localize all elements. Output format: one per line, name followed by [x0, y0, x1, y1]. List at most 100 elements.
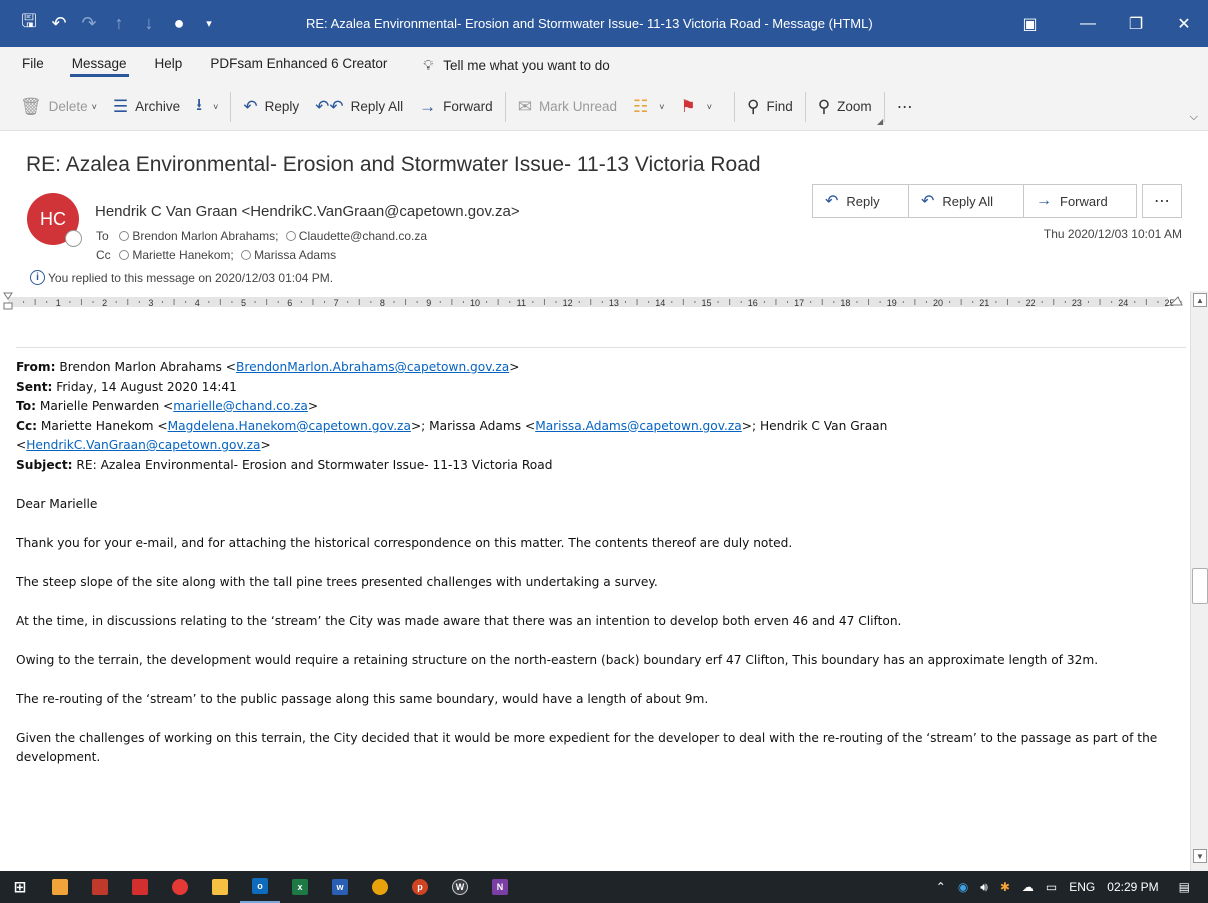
- paragraph: At the time, in discussions relating to …: [16, 613, 902, 628]
- sender[interactable]: Hendrik C Van Graan <HendrikC.VanGraan@c…: [95, 203, 520, 220]
- message-text: From: Brendon Marlon Abrahams <BrendonMa…: [16, 358, 1184, 768]
- forward-icon: →: [1036, 192, 1052, 209]
- taskbar-app[interactable]: [360, 871, 400, 903]
- cc-recipient[interactable]: Marissa Adams: [254, 248, 336, 262]
- avatar[interactable]: HC: [27, 193, 82, 247]
- response-actions: ↶ Reply ↶ Reply All → Forward: [812, 184, 1137, 218]
- network-icon[interactable]: ✱: [994, 880, 1016, 894]
- to-line: To Brendon Marlon Abrahams; Claudette@ch…: [96, 227, 427, 246]
- display-icon[interactable]: ▭: [1040, 880, 1063, 894]
- previous-item-icon[interactable]: ↑: [104, 9, 134, 39]
- ruler[interactable]: 1 2 3 4 5 6 7 8 9 10 11 12 13 14 15 16 17 18 19 20 21 22 23 24 2…: [0, 291, 1190, 313]
- redo-icon[interactable]: ↷: [74, 9, 104, 39]
- tab-file[interactable]: File: [0, 47, 58, 83]
- header-reply-all-button[interactable]: ↶ Reply All: [909, 185, 1024, 217]
- categorize-icon: ☷: [632, 96, 649, 116]
- header-reply-button[interactable]: ↶ Reply: [813, 185, 909, 217]
- replied-infobar[interactable]: i You replied to this message on 2020/12…: [30, 270, 333, 285]
- delete-button[interactable]: 🗑︎ Delete ˅: [12, 91, 105, 123]
- undo-icon[interactable]: ↶: [44, 9, 74, 39]
- header-forward-button[interactable]: → Forward: [1024, 185, 1136, 217]
- taskbar-app[interactable]: [160, 871, 200, 903]
- ribbon-display-options-icon[interactable]: ▣: [1010, 0, 1050, 47]
- taskbar-app[interactable]: W: [440, 871, 480, 903]
- cc-email-link[interactable]: Magdelena.Hanekom@capetown.gov.za: [168, 419, 411, 433]
- taskbar-app[interactable]: w: [320, 871, 360, 903]
- taskbar-app[interactable]: x: [280, 871, 320, 903]
- ruler-number: 3: [148, 298, 153, 308]
- message-body[interactable]: From: Brendon Marlon Abrahams <BrendonMa…: [0, 313, 1190, 871]
- clock[interactable]: 02:29 PM: [1101, 880, 1172, 894]
- more-commands-button[interactable]: ⋯: [889, 91, 923, 123]
- more-actions-button[interactable]: ⋯: [1142, 184, 1182, 218]
- powerpoint-icon: p: [412, 879, 428, 895]
- tell-me-box[interactable]: 💡︎ Tell me what you want to do: [401, 57, 609, 74]
- to-recipient[interactable]: Brendon Marlon Abrahams;: [132, 229, 278, 243]
- vertical-scrollbar[interactable]: ▲ ▼: [1190, 291, 1208, 871]
- taskbar: ⊞ o x w p W N ⌃ ◉ 🔊︎ ✱ ☁ ▭ ENG 02:29 PM …: [0, 871, 1208, 903]
- scroll-up-icon[interactable]: ▲: [1193, 293, 1207, 307]
- mark-read-icon[interactable]: ●: [164, 9, 194, 39]
- presence-icon: [241, 250, 252, 260]
- find-button[interactable]: ⚲ Find: [739, 91, 801, 123]
- notification-icon[interactable]: ▤: [1173, 880, 1208, 894]
- reply-label: Reply: [264, 99, 300, 114]
- save-icon[interactable]: 🖫: [14, 9, 44, 39]
- taskbar-app[interactable]: o: [240, 871, 280, 903]
- next-item-icon[interactable]: ↓: [134, 9, 164, 39]
- tab-message[interactable]: Message: [58, 47, 141, 83]
- move-icon: ⭳: [196, 95, 203, 114]
- language-indicator[interactable]: ENG: [1063, 880, 1101, 894]
- to-label: To: [96, 229, 109, 243]
- follow-up-button[interactable]: ⚑ ˅: [672, 91, 720, 123]
- ribbon-separator: [504, 91, 506, 122]
- cc-name: >; Marissa Adams <: [410, 418, 536, 433]
- taskbar-app[interactable]: [120, 871, 160, 903]
- reply-all-button[interactable]: ↶↶ Reply All: [307, 91, 411, 123]
- tab-help[interactable]: Help: [141, 47, 197, 83]
- ruler-number: 22: [1026, 298, 1036, 308]
- cloud-icon[interactable]: ☁: [1016, 880, 1040, 894]
- to-email-link[interactable]: marielle@chand.co.za: [173, 399, 308, 413]
- chevron-up-icon[interactable]: ⌃: [930, 880, 952, 894]
- cc-email-link[interactable]: HendrikC.VanGraan@capetown.gov.za: [26, 438, 260, 452]
- reply-button[interactable]: ↶ Reply: [235, 91, 307, 123]
- move-button[interactable]: ⭳ ˅: [188, 91, 226, 123]
- zoom-button[interactable]: ⚲ Zoom: [810, 91, 880, 123]
- cc-recipient[interactable]: Mariette Hanekom;: [132, 248, 233, 262]
- close-icon[interactable]: ✕: [1160, 0, 1208, 47]
- minimize-icon[interactable]: —: [1064, 0, 1112, 47]
- mark-unread-button[interactable]: ✉ Mark Unread: [510, 91, 625, 123]
- restore-icon[interactable]: ❐: [1112, 0, 1160, 47]
- ruler-graphic: 1 2 3 4 5 6 7 8 9 10 11 12 13 14 15 16 17 18 19 20 21 22 23 24 2…: [3, 292, 1183, 310]
- archive-button[interactable]: ☰ Archive: [105, 91, 188, 123]
- start-button[interactable]: ⊞: [0, 871, 40, 903]
- paragraph: Thank you for your e-mail, and for attac…: [16, 535, 793, 550]
- taskbar-app[interactable]: p: [400, 871, 440, 903]
- ruler-number: 23: [1072, 298, 1082, 308]
- from-email-link[interactable]: BrendonMarlon.Abrahams@capetown.gov.za: [236, 360, 509, 374]
- forward-button[interactable]: → Forward: [411, 91, 501, 123]
- reply-label: Reply: [846, 193, 880, 209]
- scroll-down-icon[interactable]: ▼: [1193, 849, 1207, 863]
- dialog-launcher-icon[interactable]: ◢: [877, 117, 883, 126]
- taskbar-app[interactable]: N: [480, 871, 520, 903]
- taskbar-app[interactable]: [40, 871, 80, 903]
- taskbar-app[interactable]: [200, 871, 240, 903]
- tell-me-label: Tell me what you want to do: [443, 57, 610, 73]
- cc-email-link[interactable]: Marissa.Adams@capetown.gov.za: [535, 419, 742, 433]
- chevron-down-icon[interactable]: ⌵: [1190, 111, 1198, 124]
- customize-qat-icon[interactable]: ▾: [194, 9, 224, 39]
- system-tray: ⌃ ◉ 🔊︎ ✱ ☁ ▭ ENG 02:29 PM ▤: [930, 871, 1208, 903]
- chevron-down-icon: ˅: [706, 101, 712, 112]
- security-icon[interactable]: ◉: [952, 880, 974, 894]
- acrobat-icon: [132, 879, 148, 895]
- tab-pdfsam[interactable]: PDFsam Enhanced 6 Creator: [196, 47, 401, 83]
- scroll-thumb[interactable]: [1192, 568, 1208, 604]
- to-recipient[interactable]: Claudette@chand.co.za: [299, 229, 427, 243]
- categorize-button[interactable]: ☷ ˅: [625, 91, 673, 123]
- recipients: To Brendon Marlon Abrahams; Claudette@ch…: [96, 227, 427, 265]
- volume-icon[interactable]: 🔊︎: [974, 880, 994, 895]
- sent-label: Sent:: [16, 379, 53, 394]
- taskbar-app[interactable]: [80, 871, 120, 903]
